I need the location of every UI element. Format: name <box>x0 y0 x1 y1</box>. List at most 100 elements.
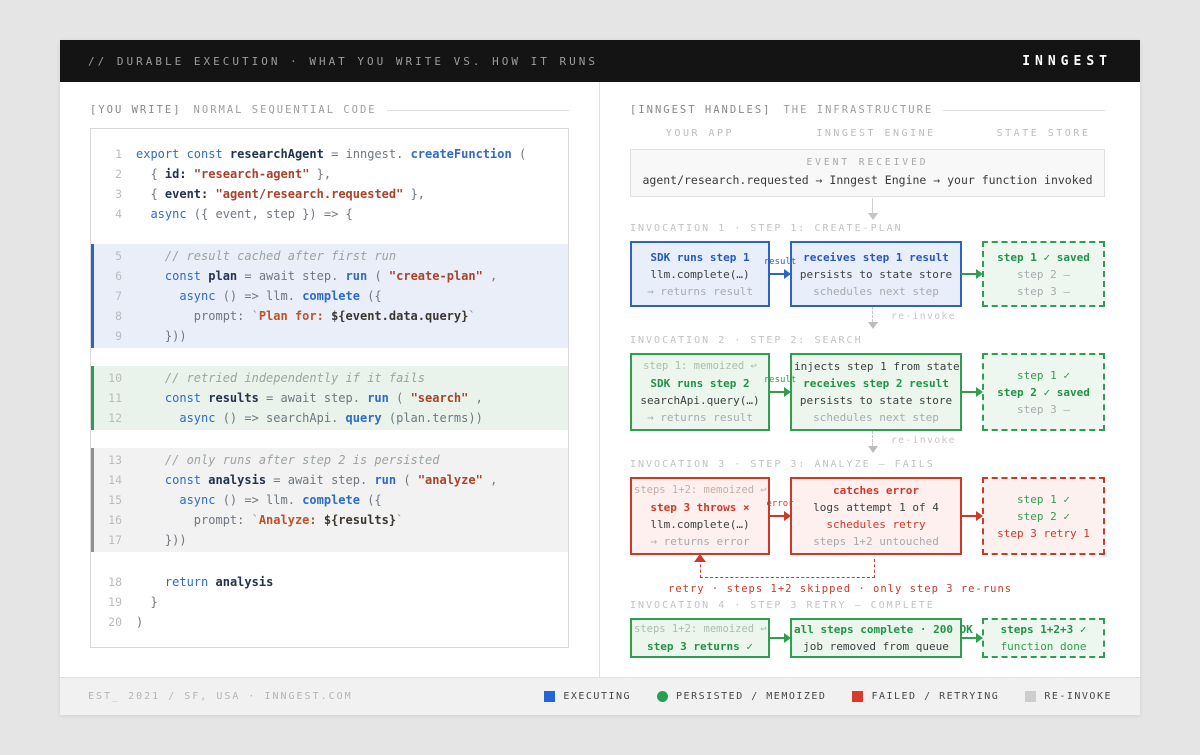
arrow-down-icon <box>868 446 878 453</box>
box-line: persists to state store <box>794 393 958 408</box>
app-box: steps 1+2: memoized ↩step 3 throws ×llm.… <box>630 477 770 555</box>
box-line: logs attempt 1 of 4 <box>794 500 958 515</box>
code-gap <box>91 226 568 244</box>
line-number: 2 <box>94 164 122 184</box>
arrow-shaft <box>769 515 785 517</box>
code-line: 12 async () => searchApi. query (plan.te… <box>94 408 568 428</box>
code-line: 1export const researchAgent = inngest. c… <box>94 144 568 164</box>
code-line: 7 async () => llm. complete ({ <box>94 286 568 306</box>
arrow-shaft <box>961 515 977 517</box>
code-token: return <box>165 575 208 589</box>
line-number: 12 <box>94 408 122 428</box>
box-line: → returns result <box>634 284 766 299</box>
square-swatch-icon <box>1025 691 1036 702</box>
code-token: "search" <box>411 391 469 405</box>
legend-item: EXECUTING <box>544 691 631 702</box>
line-number: 19 <box>94 592 122 612</box>
code-token: ({ <box>360 493 382 507</box>
code-token: ` <box>468 309 475 323</box>
arrow-head <box>976 269 983 279</box>
box-line: step 2 ✓ <box>986 509 1101 524</box>
code-token: ( <box>389 391 411 405</box>
legend-label: PERSISTED / MEMOIZED <box>676 691 826 702</box>
arrow-head <box>784 269 791 279</box>
arrow-head <box>784 387 791 397</box>
arrow-shaft <box>961 391 977 393</box>
box-line: step 1 ✓ <box>986 492 1101 507</box>
box-line: steps 1+2: memoized ↩ <box>634 622 766 637</box>
code-text: prompt: `Plan for: ${event.data.query}` <box>136 306 476 326</box>
arrow-shaft <box>769 637 785 639</box>
retry-loop-path <box>700 559 875 578</box>
box-line: SDK runs step 2 <box>634 376 766 391</box>
arrow-label: result <box>764 375 797 385</box>
line-number: 14 <box>94 470 122 490</box>
box-line: llm.complete(…) <box>634 267 766 282</box>
box-line: llm.complete(…) <box>634 517 766 532</box>
footer: EST_ 2021 / SF, USA · INNGEST.COM EXECUT… <box>60 677 1140 715</box>
engine-box: receives step 1 resultpersists to state … <box>790 241 962 307</box>
left-heading-title: NORMAL SEQUENTIAL CODE <box>194 104 377 116</box>
code-token: event: <box>165 187 208 201</box>
reinvoke-arrow: re-invoke <box>630 307 1105 333</box>
code-token: prompt: <box>136 309 252 323</box>
left-section-heading: [YOU WRITE] NORMAL SEQUENTIAL CODE <box>90 104 569 116</box>
store-box: step 1 ✓ savedstep 2 –step 3 – <box>982 241 1105 307</box>
code-token: // retried independently if it fails <box>136 371 425 385</box>
code-token: results <box>201 391 259 405</box>
code-line: 3 { event: "agent/research.requested" }, <box>94 184 568 204</box>
code-text: prompt: `Analyze: ${results}` <box>136 510 403 530</box>
flow-arrow-icon <box>962 353 982 431</box>
code-token: ({ event, step }) => { <box>187 207 353 221</box>
code-text: // retried independently if it fails <box>136 368 425 388</box>
code-token: = await step. <box>237 269 345 283</box>
engine-box: injects step 1 from statereceives step 2… <box>790 353 962 431</box>
reinvoke-label: re-invoke <box>891 311 956 322</box>
engine-box: all steps complete · 200 OKjob removed f… <box>790 618 962 658</box>
code-token: plan <box>201 269 237 283</box>
code-token: ` <box>252 513 259 527</box>
code-text: // only runs after step 2 is persisted <box>136 450 439 470</box>
code-token: async <box>179 493 215 507</box>
code-token: createFunction <box>411 147 512 161</box>
box-line: schedules next step <box>794 410 958 425</box>
code-token: })) <box>136 329 187 343</box>
box-line: step 2 ✓ saved <box>986 385 1101 400</box>
right-section-heading: [INNGEST HANDLES] THE INFRASTRUCTURE <box>630 104 1105 116</box>
code-panel: 1export const researchAgent = inngest. c… <box>90 128 569 648</box>
arrow-head <box>976 633 983 643</box>
infrastructure-section: [INNGEST HANDLES] THE INFRASTRUCTURE YOU… <box>600 82 1140 677</box>
app-box: steps 1+2: memoized ↩step 3 returns ✓ <box>630 618 770 658</box>
arrow-label: error <box>766 499 793 509</box>
line-number: 17 <box>94 530 122 550</box>
footer-meta: EST_ 2021 / SF, USA · INNGEST.COM <box>88 691 353 702</box>
store-box: step 1 ✓step 2 ✓step 3 retry 1 <box>982 477 1105 555</box>
code-token: analysis <box>208 575 273 589</box>
line-number: 8 <box>94 306 122 326</box>
flow-arrow-icon <box>770 618 790 658</box>
code-token: { <box>136 187 165 201</box>
box-line: injects step 1 from state <box>794 359 958 374</box>
code-group: 18 return analysis19 }20) <box>91 570 568 634</box>
code-group: 5 // result cached after first run6 cons… <box>91 244 568 348</box>
code-token <box>136 493 179 507</box>
line-number: 7 <box>94 286 122 306</box>
column-gap <box>962 128 982 139</box>
right-heading-title: THE INFRASTRUCTURE <box>783 104 933 116</box>
line-number: 6 <box>94 266 122 286</box>
code-token: run <box>367 391 389 405</box>
box-line: schedules retry <box>794 517 958 532</box>
code-token: })) <box>136 533 187 547</box>
code-token: researchAgent <box>223 147 324 161</box>
code-text: const plan = await step. run ( "create-p… <box>136 266 497 286</box>
event-banner: EVENT RECEIVED agent/research.requested … <box>630 149 1105 197</box>
code-line: 16 prompt: `Analyze: ${results}` <box>94 510 568 530</box>
box-line: searchApi.query(…) <box>634 393 766 408</box>
content: [YOU WRITE] NORMAL SEQUENTIAL CODE 1expo… <box>60 82 1140 677</box>
code-line: 20) <box>94 612 568 632</box>
flow-arrow-icon <box>962 477 982 555</box>
heading-rule <box>943 110 1105 111</box>
invocation-label: INVOCATION 2 · STEP 2: SEARCH <box>630 335 1105 346</box>
box-line: step 2 – <box>986 267 1101 282</box>
box-line: → returns result <box>634 410 766 425</box>
